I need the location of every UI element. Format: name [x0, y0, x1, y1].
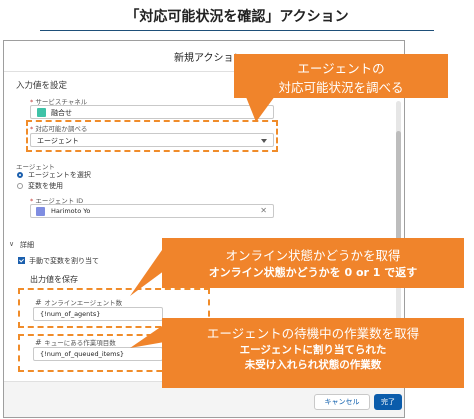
queued-callout-line2: エージェントに割り当てられた: [239, 344, 387, 356]
online-status-callout: オンライン状態かどうかを取得 オンライン状態かどうかを 0 or 1 で返す: [162, 238, 464, 288]
queued-callout-line1: エージェントの待機中の作業数を取得: [206, 326, 420, 341]
online-callout-line1: オンライン状態かどうかを取得: [225, 248, 401, 263]
check-callout-line1: エージェントの: [297, 61, 385, 76]
queued-callout-line3: 未受け入れられ状態の作業数: [244, 359, 382, 371]
queued-work-callout: エージェントの待機中の作業数を取得 エージェントに割り当てられた 未受け入れられ…: [162, 318, 464, 388]
online-callout-line2: オンライン状態かどうかを 0 or 1 で返す: [208, 266, 418, 279]
check-availability-callout: エージェントの 対応可能状況を調べる: [234, 54, 448, 98]
check-callout-line2: 対応可能状況を調べる: [278, 80, 404, 95]
